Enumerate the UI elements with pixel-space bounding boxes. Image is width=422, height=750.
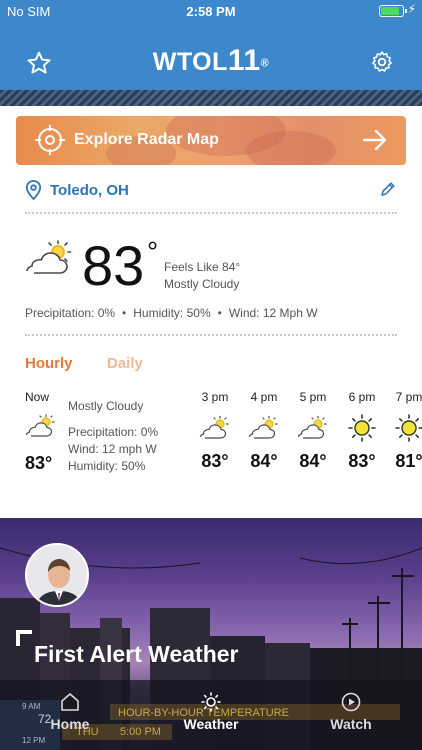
nav-weather[interactable]: Weather <box>161 692 261 732</box>
partly-cloudy-icon <box>248 415 278 439</box>
now-condition: Mostly Cloudy <box>68 399 144 413</box>
hour-temperature: 83° <box>201 451 229 471</box>
partly-cloudy-icon <box>199 415 229 439</box>
radar-banner-label: Explore Radar Map <box>74 131 219 148</box>
nav-watch-label: Watch <box>330 716 372 732</box>
now-humidity: Humidity: 50% <box>68 459 146 473</box>
current-stats: Precipitation: 0% • Humidity: 50% • Wind: 12… <box>25 306 318 320</box>
now-wind: Wind: 12 mph W <box>68 442 157 456</box>
humidity-stat: Humidity: 50% <box>133 306 211 320</box>
degree-symbol: ° <box>147 236 159 267</box>
header-hatch-divider <box>0 90 422 106</box>
settings-gear-icon[interactable] <box>370 50 394 74</box>
play-circle-icon <box>341 692 361 712</box>
app-header: No SIM 2:58 PM ⚡ WTOL11® <box>0 0 422 106</box>
tab-daily[interactable]: Daily <box>107 355 143 372</box>
battery-icon <box>379 5 407 17</box>
sun-icon <box>395 414 422 442</box>
nav-weather-label: Weather <box>183 716 239 732</box>
hour-label: 6 pm <box>348 390 376 404</box>
radar-target-icon <box>35 125 65 155</box>
current-condition: Mostly Cloudy <box>164 277 240 291</box>
location-name[interactable]: Toledo, OH <box>50 182 129 199</box>
partly-cloudy-icon <box>297 415 327 439</box>
sun-outline-icon <box>201 692 221 712</box>
arrow-right-icon <box>362 129 387 151</box>
hourly-item: 7 pm 81° <box>384 390 422 472</box>
status-bar: No SIM 2:58 PM ⚡ <box>0 0 422 22</box>
nav-watch[interactable]: Watch <box>301 692 401 732</box>
partly-cloudy-icon <box>26 240 72 274</box>
ticker-row2-left: 12 PM <box>22 736 46 745</box>
tab-hourly[interactable]: Hourly <box>25 355 73 372</box>
hour-temperature: 83° <box>348 451 376 471</box>
nav-home[interactable]: Home <box>20 692 120 732</box>
current-temperature: 83 <box>82 234 145 297</box>
precipitation-stat: Precipitation: 0% <box>25 306 116 320</box>
sun-icon <box>348 414 376 442</box>
hourly-item: 4 pm 84° <box>239 390 289 472</box>
ticker-row2-time: 5:00 PM <box>120 726 161 738</box>
hourly-item: 6 pm 83° <box>337 390 387 472</box>
feels-like: Feels Like 84° <box>164 260 241 274</box>
video-corner-mark <box>16 630 32 646</box>
edit-pencil-icon[interactable] <box>380 181 396 197</box>
divider <box>25 334 397 336</box>
partly-cloudy-icon <box>25 414 55 437</box>
now-temperature: 83° <box>25 453 53 473</box>
anchor-avatar <box>25 543 89 607</box>
explore-radar-banner[interactable]: Explore Radar Map <box>16 116 406 165</box>
hour-label: 5 pm <box>299 390 327 404</box>
now-label: Now <box>25 390 50 404</box>
hourly-item: 5 pm 84° <box>288 390 338 472</box>
home-icon <box>61 693 79 711</box>
charging-icon: ⚡ <box>407 2 416 16</box>
location-pin-icon <box>25 180 42 200</box>
hour-label: 7 pm <box>395 390 422 404</box>
video-title: First Alert Weather <box>34 641 239 667</box>
wind-stat: Wind: 12 Mph W <box>228 306 318 320</box>
hour-temperature: 84° <box>250 451 278 471</box>
status-time: 2:58 PM <box>186 4 236 19</box>
hourly-item: 3 pm 83° <box>190 390 240 472</box>
nav-home-label: Home <box>50 716 90 732</box>
bottom-navigation: 9 AM 72 HOUR-BY-HOUR TEMPERATURE 12 PM T… <box>0 680 422 750</box>
hour-label: 3 pm <box>201 390 229 404</box>
now-precipitation: Precipitation: 0% <box>68 425 159 439</box>
hour-temperature: 81° <box>395 451 422 471</box>
wtol11-logo: WTOL11® <box>152 44 270 77</box>
hour-temperature: 84° <box>299 451 327 471</box>
hour-label: 4 pm <box>250 390 278 404</box>
divider <box>25 212 397 214</box>
